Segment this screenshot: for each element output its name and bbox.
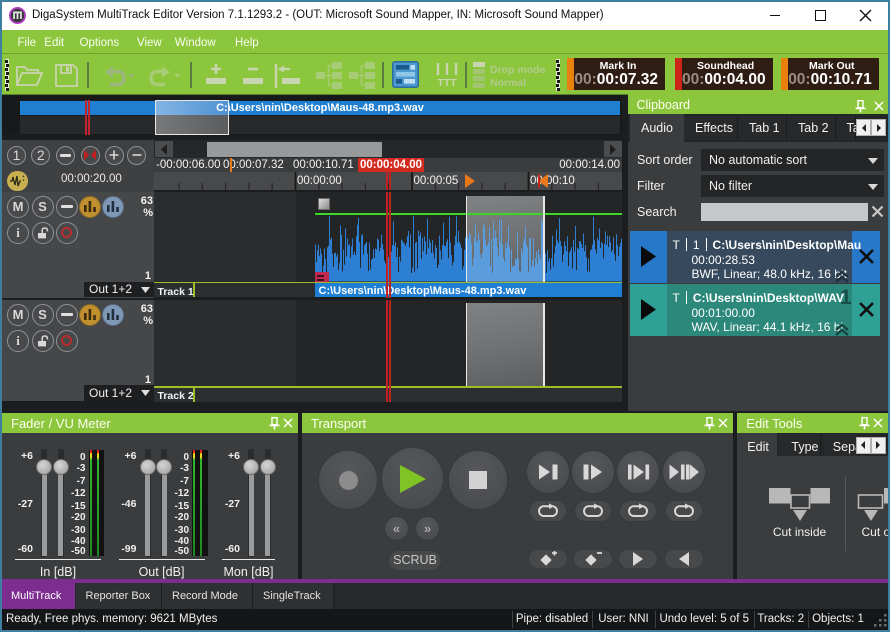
svg-text:TTT: TTT — [437, 77, 457, 88]
